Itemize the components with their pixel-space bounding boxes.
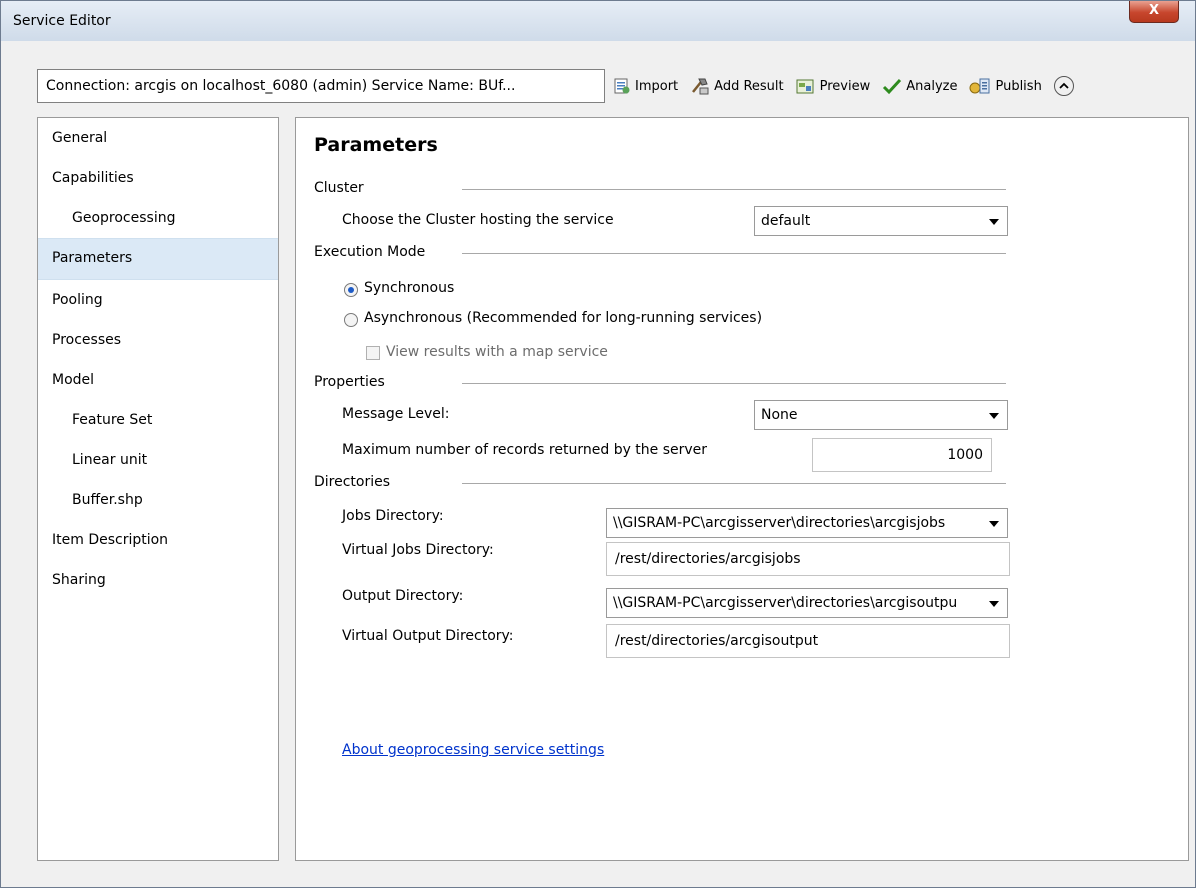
- preview-icon: [796, 77, 816, 95]
- nav-item-sharing[interactable]: Sharing: [38, 560, 278, 600]
- output-directory-value: \\GISRAM-PC\arcgisserver\directories\arc…: [613, 595, 958, 611]
- synchronous-radio[interactable]: [344, 283, 358, 297]
- close-button[interactable]: X: [1129, 1, 1179, 23]
- nav-item-linear-unit[interactable]: Linear unit: [38, 440, 278, 480]
- nav-item-capabilities[interactable]: Capabilities: [38, 158, 278, 198]
- nav-item-item-description[interactable]: Item Description: [38, 520, 278, 560]
- collapse-button[interactable]: [1053, 76, 1074, 96]
- add-result-button[interactable]: Add Result: [690, 77, 784, 95]
- import-button[interactable]: Import: [613, 77, 678, 95]
- max-records-input[interactable]: 1000: [812, 438, 992, 472]
- collapse-icon: [1059, 79, 1069, 94]
- chevron-down-icon: [989, 521, 999, 527]
- execution-mode-separator: [462, 253, 1006, 254]
- analyze-button[interactable]: Analyze: [882, 77, 957, 95]
- title-bar[interactable]: Service Editor X: [1, 1, 1195, 41]
- output-directory-select[interactable]: \\GISRAM-PC\arcgisserver\directories\arc…: [606, 588, 1008, 618]
- output-directory-label: Output Directory:: [342, 588, 464, 604]
- map-service-label: View results with a map service: [386, 344, 608, 360]
- chevron-down-icon: [989, 601, 999, 607]
- preview-button[interactable]: Preview: [796, 77, 871, 95]
- nav-item-pooling[interactable]: Pooling: [38, 280, 278, 320]
- synchronous-label[interactable]: Synchronous: [364, 280, 454, 296]
- add-result-label: Add Result: [714, 78, 784, 94]
- window-title: Service Editor: [13, 13, 111, 29]
- cluster-heading: Cluster: [314, 180, 364, 196]
- jobs-directory-label: Jobs Directory:: [342, 508, 444, 524]
- import-icon: [613, 77, 631, 95]
- add-result-icon: [690, 77, 710, 95]
- asynchronous-label[interactable]: Asynchronous (Recommended for long-runni…: [364, 310, 762, 326]
- nav-item-general[interactable]: General: [38, 118, 278, 158]
- publish-icon: [969, 77, 991, 95]
- preview-label: Preview: [819, 78, 871, 94]
- connection-info: Connection: arcgis on localhost_6080 (ad…: [37, 69, 605, 103]
- jobs-directory-value: \\GISRAM-PC\arcgisserver\directories\arc…: [613, 515, 946, 531]
- navigation-panel: General Capabilities Geoprocessing Param…: [37, 117, 279, 861]
- publish-button[interactable]: Publish: [969, 77, 1042, 95]
- message-level-label: Message Level:: [342, 406, 450, 422]
- cluster-separator: [462, 189, 1006, 190]
- chevron-down-icon: [989, 413, 999, 419]
- nav-item-buffer-shp[interactable]: Buffer.shp: [38, 480, 278, 520]
- directories-separator: [462, 483, 1006, 484]
- parameters-panel: Parameters Cluster Choose the Cluster ho…: [295, 117, 1189, 861]
- virtual-jobs-directory-label: Virtual Jobs Directory:: [342, 542, 494, 558]
- nav-item-parameters[interactable]: Parameters: [38, 238, 278, 280]
- import-label: Import: [635, 78, 679, 94]
- properties-separator: [462, 383, 1006, 384]
- message-level-value: None: [761, 407, 798, 423]
- help-link[interactable]: About geoprocessing service settings: [342, 742, 604, 758]
- jobs-directory-select[interactable]: \\GISRAM-PC\arcgisserver\directories\arc…: [606, 508, 1008, 538]
- nav-item-processes[interactable]: Processes: [38, 320, 278, 360]
- chevron-down-icon: [989, 219, 999, 225]
- cluster-select-value: default: [761, 213, 811, 229]
- service-editor-window: Service Editor X Connection: arcgis on l…: [0, 0, 1196, 888]
- analyze-icon: [882, 77, 902, 95]
- analyze-label: Analyze: [906, 78, 958, 94]
- page-title: Parameters: [314, 134, 438, 156]
- publish-label: Publish: [995, 78, 1042, 94]
- virtual-output-directory-input[interactable]: /rest/directories/arcgisoutput: [606, 624, 1010, 658]
- nav-item-feature-set[interactable]: Feature Set: [38, 400, 278, 440]
- client-area: Connection: arcgis on localhost_6080 (ad…: [9, 41, 1189, 881]
- asynchronous-radio[interactable]: [344, 313, 358, 327]
- cluster-label: Choose the Cluster hosting the service: [342, 212, 614, 228]
- execution-mode-heading: Execution Mode: [314, 244, 426, 260]
- virtual-output-directory-label: Virtual Output Directory:: [342, 628, 514, 644]
- nav-item-geoprocessing[interactable]: Geoprocessing: [38, 198, 278, 238]
- max-records-label: Maximum number of records returned by th…: [342, 442, 708, 458]
- message-level-select[interactable]: None: [754, 400, 1008, 430]
- map-service-checkbox[interactable]: [366, 346, 380, 360]
- cluster-select[interactable]: default: [754, 206, 1008, 236]
- directories-heading: Directories: [314, 474, 391, 490]
- virtual-jobs-directory-input[interactable]: /rest/directories/arcgisjobs: [606, 542, 1010, 576]
- toolbar: Import Add Result Preview Analyze Publis…: [613, 69, 1074, 103]
- nav-item-model[interactable]: Model: [38, 360, 278, 400]
- properties-heading: Properties: [314, 374, 385, 390]
- close-icon: X: [1148, 3, 1160, 18]
